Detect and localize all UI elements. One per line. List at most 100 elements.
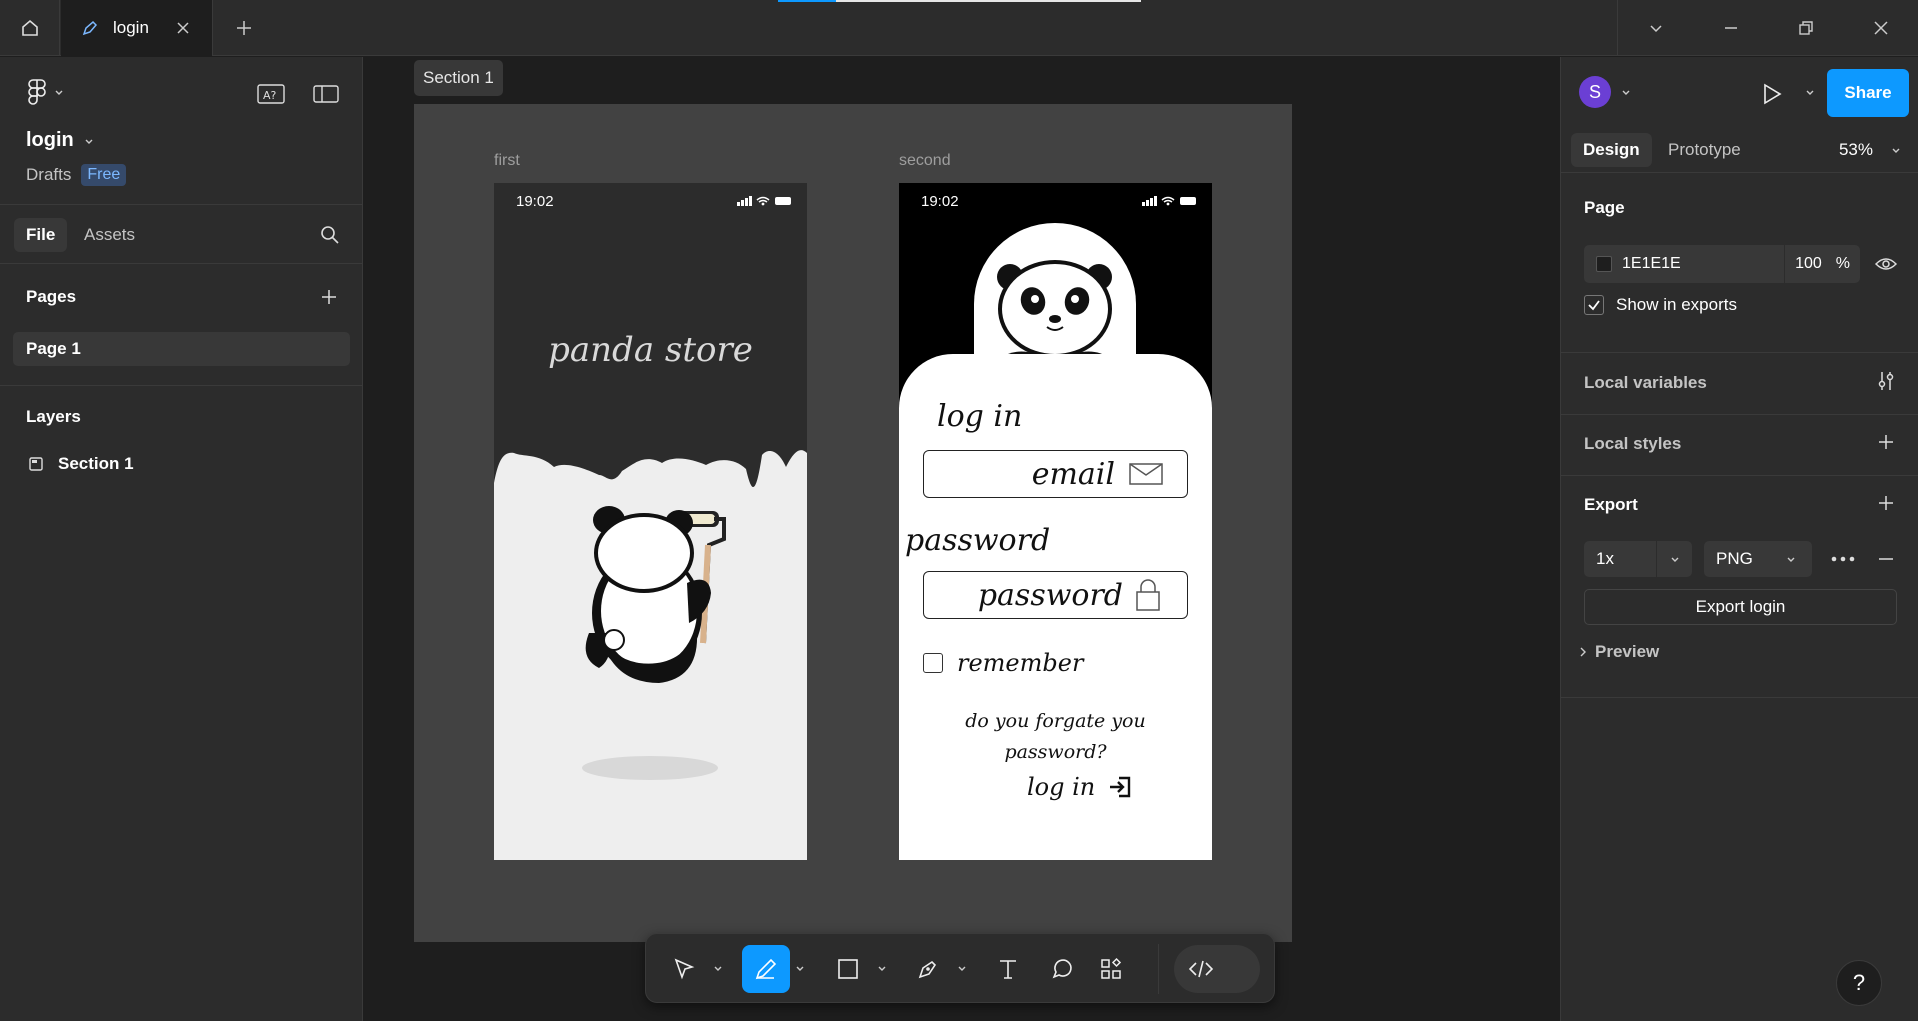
- chevron-down-icon[interactable]: [1621, 87, 1631, 97]
- color-swatch[interactable]: [1596, 256, 1612, 272]
- show-in-exports[interactable]: Show in exports: [1584, 295, 1737, 315]
- text-tool[interactable]: [984, 945, 1032, 993]
- show-in-exports-label: Show in exports: [1616, 295, 1737, 314]
- export-scale-select[interactable]: 1x: [1584, 541, 1692, 577]
- layers-heading: Layers: [26, 407, 81, 426]
- panda-painter-illustration: [585, 506, 726, 683]
- export-format: PNG: [1716, 549, 1753, 568]
- page-heading: Page: [1584, 198, 1625, 217]
- add-page-button[interactable]: [314, 282, 344, 312]
- main-menu-button[interactable]: [26, 79, 64, 105]
- remember-row[interactable]: remember: [923, 649, 1083, 677]
- tab-file[interactable]: File: [14, 218, 68, 252]
- chevron-down-icon: [55, 90, 63, 95]
- frame-label-second[interactable]: second: [899, 152, 951, 170]
- chevron-down-icon: [796, 966, 804, 971]
- forgot-password-link[interactable]: do you forgate you password?: [899, 706, 1212, 768]
- play-icon: [1764, 83, 1782, 105]
- pencil-icon: [755, 958, 777, 980]
- page-color-field[interactable]: 1E1E1E 100 %: [1584, 245, 1860, 283]
- drafts-link[interactable]: Drafts: [26, 165, 71, 185]
- present-button[interactable]: [1757, 79, 1787, 109]
- comment-tool[interactable]: [1038, 945, 1086, 993]
- export-button[interactable]: Export login: [1584, 589, 1897, 625]
- share-button[interactable]: Share: [1827, 69, 1909, 117]
- chevron-down-icon: [1787, 557, 1795, 562]
- export-format-select[interactable]: PNG: [1704, 541, 1812, 577]
- visibility-toggle[interactable]: [1872, 250, 1900, 278]
- close-icon[interactable]: [175, 20, 191, 36]
- chevron-down-icon: [1671, 557, 1678, 562]
- toggle-sidebar-button[interactable]: [311, 79, 341, 109]
- preview-toggle[interactable]: Preview: [1579, 642, 1659, 662]
- frame-label-first[interactable]: first: [494, 152, 520, 170]
- file-name: login: [26, 129, 74, 151]
- add-style-button[interactable]: [1872, 428, 1900, 456]
- remember-checkbox[interactable]: [923, 653, 943, 673]
- actions-tool[interactable]: [1087, 945, 1135, 993]
- search-layers-button[interactable]: [315, 220, 345, 250]
- canvas[interactable]: Section 1 first 19:02 panda store second…: [364, 57, 1560, 1021]
- pen-tool[interactable]: [904, 945, 952, 993]
- file-tab[interactable]: login: [61, 0, 213, 56]
- minimize-button[interactable]: [1693, 0, 1768, 56]
- export-heading: Export: [1584, 495, 1638, 514]
- tab-prototype[interactable]: Prototype: [1656, 133, 1753, 167]
- local-variables-button[interactable]: [1872, 367, 1900, 395]
- add-export-button[interactable]: [1872, 489, 1900, 517]
- chevron-down-icon[interactable]: [1805, 87, 1815, 97]
- shape-tool-menu[interactable]: [875, 961, 889, 975]
- avatar[interactable]: S: [1579, 76, 1611, 108]
- chevron-down-icon: [958, 966, 966, 971]
- pen-tool-menu[interactable]: [955, 961, 969, 975]
- checkmark-icon: [1588, 300, 1600, 311]
- section-label[interactable]: Section 1: [414, 60, 503, 96]
- password-field[interactable]: password: [923, 571, 1188, 619]
- phone-frame-second[interactable]: 19:02 log in email password password rem…: [899, 183, 1212, 860]
- move-tool-menu[interactable]: [711, 961, 725, 975]
- plan-badge: Free: [81, 164, 127, 186]
- home-button[interactable]: [0, 0, 60, 56]
- export-scale-dropdown[interactable]: [1656, 541, 1692, 577]
- page-item[interactable]: Page 1: [13, 332, 350, 366]
- login-button[interactable]: log in: [1027, 773, 1131, 801]
- pen-icon: [82, 20, 98, 36]
- opacity-value: 100: [1795, 255, 1822, 272]
- email-field[interactable]: email: [923, 450, 1188, 498]
- help-button[interactable]: ?: [1836, 960, 1882, 1006]
- close-window-button[interactable]: [1843, 0, 1918, 56]
- show-in-exports-checkbox[interactable]: [1584, 295, 1604, 315]
- status-icons: [1142, 196, 1196, 206]
- tab-title: login: [113, 18, 149, 37]
- upload-progress-fill: [778, 0, 837, 2]
- phone-frame-first[interactable]: 19:02 panda store: [494, 183, 807, 860]
- preview-label: Preview: [1595, 642, 1660, 661]
- dev-mode-toggle[interactable]: [1174, 945, 1260, 993]
- ai-button[interactable]: A?: [256, 79, 286, 109]
- restore-button[interactable]: [1768, 0, 1843, 56]
- login-link: log in: [1027, 773, 1096, 801]
- frame-tool[interactable]: [742, 945, 790, 993]
- file-name-button[interactable]: login: [26, 129, 94, 152]
- layer-item-section[interactable]: Section 1: [28, 449, 134, 479]
- local-variables-heading[interactable]: Local variables: [1584, 373, 1707, 393]
- new-tab-button[interactable]: [222, 0, 266, 56]
- tab-design[interactable]: Design: [1571, 133, 1652, 167]
- opacity-field[interactable]: 100 %: [1784, 245, 1860, 283]
- lock-icon: [1136, 579, 1160, 611]
- section-frame[interactable]: first 19:02 panda store second 19:02 log…: [414, 104, 1292, 942]
- status-icons: [737, 196, 791, 206]
- tab-assets[interactable]: Assets: [72, 218, 147, 252]
- export-options-button[interactable]: [1829, 547, 1857, 571]
- forgot-text-line-1: do you forgate you: [965, 710, 1146, 732]
- remove-export-button[interactable]: [1872, 545, 1900, 573]
- move-tool[interactable]: [660, 945, 708, 993]
- status-time: 19:02: [921, 192, 959, 210]
- more-icon: [1831, 556, 1855, 562]
- page-color-value[interactable]: 1E1E1E: [1622, 255, 1681, 273]
- shape-tool[interactable]: [824, 945, 872, 993]
- text-ai-icon: A?: [257, 84, 285, 104]
- zoom-dropdown[interactable]: 53%: [1839, 133, 1901, 167]
- draw-tool-menu[interactable]: [793, 961, 807, 975]
- tabs-dropdown-button[interactable]: [1618, 0, 1693, 56]
